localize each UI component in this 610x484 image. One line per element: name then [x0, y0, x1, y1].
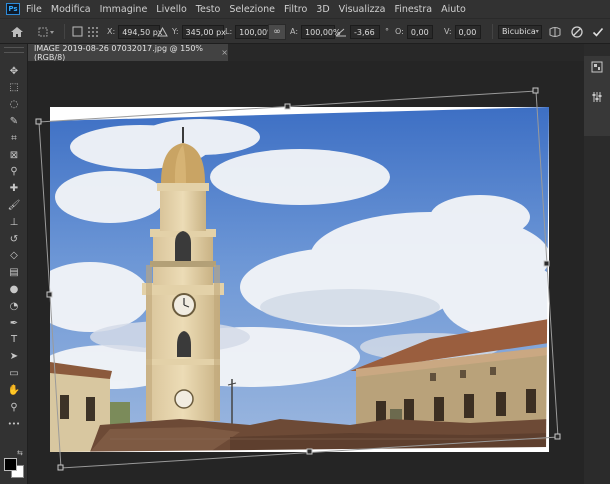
menu-testo[interactable]: Testo	[196, 4, 221, 15]
interpolation-select[interactable]: Bicubica ▾	[498, 24, 542, 39]
width-label: L:	[225, 27, 233, 36]
more-icon[interactable]: •••	[6, 417, 22, 431]
menu-aiuto[interactable]: Aiuto	[441, 4, 466, 15]
interpolation-value: Bicubica	[502, 26, 536, 36]
swap-colors-icon[interactable]: ⇆	[17, 449, 23, 457]
document-tab-title: IMAGE 2019-08-26 07032017.jpg @ 150% (RG…	[34, 43, 204, 62]
transform-handle-top-center	[284, 103, 291, 110]
transform-handle-middle-left	[46, 291, 53, 298]
relative-position-icon[interactable]	[157, 19, 168, 44]
menu-modifica[interactable]: Modifica	[51, 4, 91, 15]
pen-icon[interactable]: ✒	[6, 316, 22, 330]
close-icon[interactable]: ×	[221, 48, 228, 57]
healing-icon[interactable]: ✚	[6, 182, 22, 196]
commit-transform-icon[interactable]	[592, 19, 604, 44]
transform-handle-middle-right	[543, 260, 550, 267]
menu-file[interactable]: File	[26, 4, 42, 15]
path-select-icon[interactable]: ➤	[6, 350, 22, 364]
right-panel-dock	[584, 44, 610, 484]
dodge-icon[interactable]: ◔	[6, 299, 22, 313]
horizontal-skew-field[interactable]: 0,00	[406, 24, 433, 39]
vertical-skew-field[interactable]: 0,00	[454, 24, 481, 39]
transform-handle-bottom-right	[554, 433, 561, 440]
layers-panel-icon[interactable]	[590, 60, 604, 74]
width-field[interactable]: 100,00%	[235, 24, 275, 39]
type-icon[interactable]: T	[6, 333, 22, 347]
home-icon[interactable]	[10, 19, 24, 44]
link-icon[interactable]: ∞	[268, 19, 286, 44]
menu-3d[interactable]: 3D	[316, 4, 329, 15]
menu-livello[interactable]: Livello	[156, 4, 187, 15]
chevron-down-icon: ▾	[535, 27, 539, 35]
height-field[interactable]: 100,00%	[301, 24, 341, 39]
x-label: X:	[107, 27, 116, 36]
transform-handle-bottom-center	[306, 448, 313, 455]
photoshop-logo: Ps	[6, 3, 20, 15]
shape-icon[interactable]: ▭	[6, 366, 22, 380]
document-tab-bar: IMAGE 2019-08-26 07032017.jpg @ 150% (RG…	[28, 43, 584, 62]
eraser-icon[interactable]: ◇	[6, 249, 22, 263]
foreground-color-swatch[interactable]	[4, 458, 17, 471]
angle-field[interactable]: -3,66	[350, 24, 380, 39]
document-tab[interactable]: IMAGE 2019-08-26 07032017.jpg @ 150% (RG…	[28, 43, 228, 62]
y-position-field[interactable]: 345,00 px	[181, 24, 226, 39]
crop-icon[interactable]: ⌗	[6, 131, 22, 145]
transform-handle-bottom-left	[57, 464, 64, 471]
gradient-icon[interactable]: ▤	[6, 266, 22, 280]
degree-unit-icon: °	[385, 27, 389, 36]
adjustments-panel-icon[interactable]	[590, 90, 604, 104]
menu-visualizza[interactable]: Visualizza	[339, 4, 386, 15]
menu-immagine[interactable]: Immagine	[100, 4, 148, 15]
frame-icon[interactable]: ⊠	[6, 148, 22, 162]
hand-icon[interactable]: ✋	[6, 383, 22, 397]
menu-finestra[interactable]: Finestra	[394, 4, 432, 15]
marquee-icon[interactable]: ⬚	[6, 81, 22, 95]
menu-bar: Ps File Modifica Immagine Livello Testo …	[0, 0, 610, 18]
vskew-label: V:	[444, 27, 452, 36]
angle-icon	[335, 19, 347, 44]
move-icon[interactable]: ✥	[6, 64, 22, 78]
eyedropper-icon[interactable]: ⚲	[6, 165, 22, 179]
x-position-field[interactable]: 494,50 px	[118, 24, 163, 39]
brush-icon[interactable]: 🖌	[6, 198, 22, 212]
document-canvas[interactable]	[28, 61, 584, 484]
menu-selezione[interactable]: Selezione	[229, 4, 275, 15]
toolbar-grip[interactable]	[4, 47, 24, 53]
tools-panel: ⇆ ✥ ⬚ ◌ ✎ ⌗ ⊠ ⚲ ✚ 🖌 ⊥ ↺ ◇ ▤ ● ◔ ✒ T ➤ ▭ ✋ ⚲ •••	[0, 44, 28, 484]
transform-handle-top-right	[532, 87, 539, 94]
menu-filtro[interactable]: Filtro	[284, 4, 307, 15]
zoom-icon[interactable]: ⚲	[6, 400, 22, 414]
y-label: Y:	[172, 27, 179, 36]
warp-mode-icon[interactable]	[548, 19, 562, 44]
blur-icon[interactable]: ●	[6, 282, 22, 296]
transform-handle-top-left	[35, 118, 42, 125]
cancel-transform-icon[interactable]	[571, 19, 583, 44]
lasso-icon[interactable]: ◌	[6, 98, 22, 112]
options-bar: X: 494,50 px Y: 345,00 px L: 100,00% ∞ A…	[0, 18, 610, 44]
stamp-icon[interactable]: ⊥	[6, 215, 22, 229]
history-brush-icon[interactable]: ↺	[6, 232, 22, 246]
quick-select-icon[interactable]: ✎	[6, 114, 22, 128]
collapsed-panels	[584, 56, 610, 136]
transform-bounding-box[interactable]	[28, 61, 584, 484]
height-label: A:	[290, 27, 299, 36]
reference-point-checkbox[interactable]	[72, 19, 102, 44]
hskew-label: O:	[395, 27, 404, 36]
transform-options-icon[interactable]	[38, 19, 56, 44]
